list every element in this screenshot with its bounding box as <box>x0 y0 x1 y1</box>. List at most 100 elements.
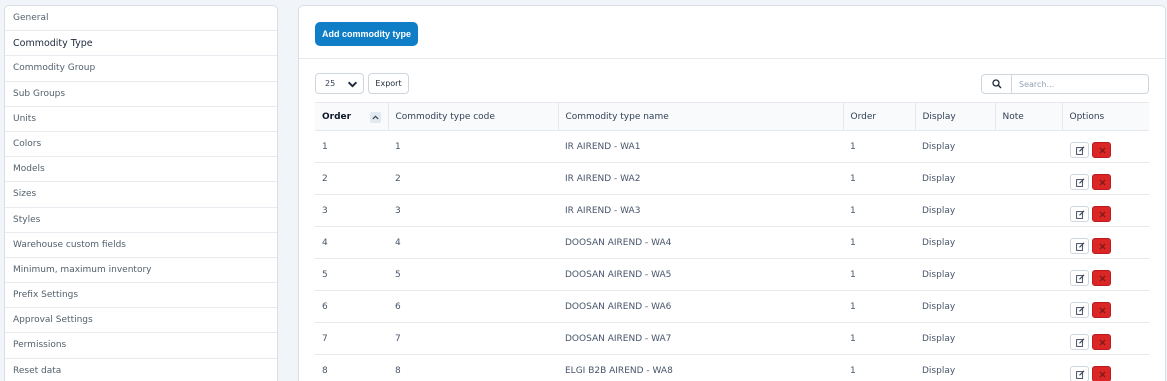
cell-display: Display <box>922 141 956 152</box>
close-icon[interactable] <box>1092 237 1111 254</box>
column-header-name[interactable]: Commodity type name <box>558 102 844 131</box>
table-row: 6 6 DOOSAN AIREND - WA6 1 Display <box>315 291 1149 323</box>
cell-display: Display <box>922 333 956 344</box>
cell-code: 2 <box>395 173 401 184</box>
cell-order: 2 <box>322 173 328 184</box>
table-row: 3 3 IR AIREND - WA3 1 Display <box>315 195 1149 227</box>
cell-order: 5 <box>322 269 328 280</box>
sidebar-item-models[interactable]: Models <box>5 157 277 183</box>
table-row: 4 4 DOOSAN AIREND - WA4 1 Display <box>315 227 1149 259</box>
commodity-type-table: Order Commodity type code Commodity type… <box>315 102 1149 381</box>
sidebar-item-warehouse-custom-fields[interactable]: Warehouse custom fields <box>5 233 277 258</box>
close-icon[interactable] <box>1092 365 1111 381</box>
cell-order-2: 1 <box>850 141 856 152</box>
cell-order: 3 <box>322 205 328 216</box>
cell-note <box>995 259 1062 291</box>
cell-name: IR AIREND - WA3 <box>565 205 641 216</box>
sidebar-item-min-max-inventory[interactable]: Minimum, maximum inventory <box>5 258 277 284</box>
cell-order-2: 1 <box>850 237 856 248</box>
sidebar-item-prefix-settings[interactable]: Prefix Settings <box>5 283 277 309</box>
cell-code: 7 <box>395 333 401 344</box>
page-length-select[interactable]: 25 <box>315 73 364 94</box>
sidebar-item-colors[interactable]: Colors <box>5 132 277 158</box>
column-header-display[interactable]: Display <box>915 102 996 131</box>
panel-header: Add commodity type <box>299 6 1165 59</box>
cell-order-2: 1 <box>850 205 856 216</box>
close-icon[interactable] <box>1092 301 1111 318</box>
close-icon[interactable] <box>1092 205 1111 222</box>
edit-icon[interactable] <box>1070 205 1089 222</box>
cell-order: 4 <box>322 237 328 248</box>
cell-display: Display <box>922 365 956 376</box>
close-icon[interactable] <box>1092 141 1111 158</box>
sidebar-item-reset-data[interactable]: Reset data <box>5 359 277 381</box>
settings-sidebar: General Commodity Type Commodity Group S… <box>4 5 278 381</box>
column-header-note[interactable]: Note <box>995 102 1063 131</box>
edit-icon[interactable] <box>1070 269 1089 286</box>
cell-note <box>995 323 1062 355</box>
cell-note <box>995 163 1062 195</box>
sidebar-item-permissions[interactable]: Permissions <box>5 333 277 359</box>
sidebar-item-commodity-group[interactable]: Commodity Group <box>5 56 277 82</box>
cell-name: IR AIREND - WA2 <box>565 173 641 184</box>
cell-options <box>1062 355 1149 381</box>
cell-name: DOOSAN AIREND - WA5 <box>565 269 672 280</box>
cell-options <box>1062 163 1149 195</box>
cell-order-2: 1 <box>850 365 856 376</box>
search-icon[interactable] <box>982 75 1012 93</box>
cell-display: Display <box>922 301 956 312</box>
edit-icon[interactable] <box>1070 333 1089 350</box>
cell-note <box>995 291 1062 323</box>
sidebar-item-general[interactable]: General <box>5 6 277 32</box>
cell-display: Display <box>922 237 956 248</box>
close-icon[interactable] <box>1092 269 1111 286</box>
cell-options <box>1062 195 1149 227</box>
cell-options <box>1062 131 1149 163</box>
chevron-down-icon <box>347 78 358 97</box>
cell-order: 6 <box>322 301 328 312</box>
table-row: 8 8 ELGI B2B AIREND - WA8 1 Display <box>315 355 1149 381</box>
column-header-label: Order <box>322 111 352 122</box>
main-panel: Add commodity type 25 Export Order <box>298 5 1166 381</box>
cell-note <box>995 227 1062 259</box>
sidebar-item-approval-settings[interactable]: Approval Settings <box>5 308 277 334</box>
edit-icon[interactable] <box>1070 301 1089 318</box>
sidebar-item-styles[interactable]: Styles <box>5 208 277 233</box>
cell-note <box>995 195 1062 227</box>
table-row: 5 5 DOOSAN AIREND - WA5 1 Display <box>315 259 1149 291</box>
column-header-order[interactable]: Order <box>315 102 389 131</box>
cell-name: DOOSAN AIREND - WA6 <box>565 301 672 312</box>
cell-code: 4 <box>395 237 401 248</box>
search-input[interactable] <box>1013 75 1147 93</box>
table-row: 2 2 IR AIREND - WA2 1 Display <box>315 163 1149 195</box>
cell-order-2: 1 <box>850 301 856 312</box>
cell-name: DOOSAN AIREND - WA4 <box>565 237 672 248</box>
sidebar-item-sub-groups[interactable]: Sub Groups <box>5 82 277 107</box>
add-commodity-type-button[interactable]: Add commodity type <box>315 22 419 46</box>
cell-name: DOOSAN AIREND - WA7 <box>565 333 672 344</box>
chevron-up-icon[interactable] <box>369 112 381 123</box>
page-length-value: 25 <box>325 79 336 88</box>
sidebar-item-commodity-type[interactable]: Commodity Type <box>5 31 277 57</box>
edit-icon[interactable] <box>1070 141 1089 158</box>
column-header-options: Options <box>1062 102 1149 131</box>
column-header-code[interactable]: Commodity type code <box>388 102 559 131</box>
edit-icon[interactable] <box>1070 365 1089 381</box>
table-header-row: Order Commodity type code Commodity type… <box>315 102 1149 131</box>
cell-name: IR AIREND - WA1 <box>565 141 641 152</box>
export-button[interactable]: Export <box>368 73 409 94</box>
close-icon[interactable] <box>1092 333 1111 350</box>
close-icon[interactable] <box>1092 173 1111 190</box>
edit-icon[interactable] <box>1070 237 1089 254</box>
cell-note <box>995 355 1062 381</box>
sidebar-item-units[interactable]: Units <box>5 107 277 132</box>
cell-order-2: 1 <box>850 173 856 184</box>
cell-code: 8 <box>395 365 401 376</box>
cell-order-2: 1 <box>850 333 856 344</box>
cell-order: 1 <box>322 141 328 152</box>
table-toolbar: 25 Export <box>299 73 1165 95</box>
edit-icon[interactable] <box>1070 173 1089 190</box>
cell-order: 8 <box>322 365 328 376</box>
column-header-order-2[interactable]: Order <box>843 102 916 131</box>
sidebar-item-sizes[interactable]: Sizes <box>5 182 277 208</box>
